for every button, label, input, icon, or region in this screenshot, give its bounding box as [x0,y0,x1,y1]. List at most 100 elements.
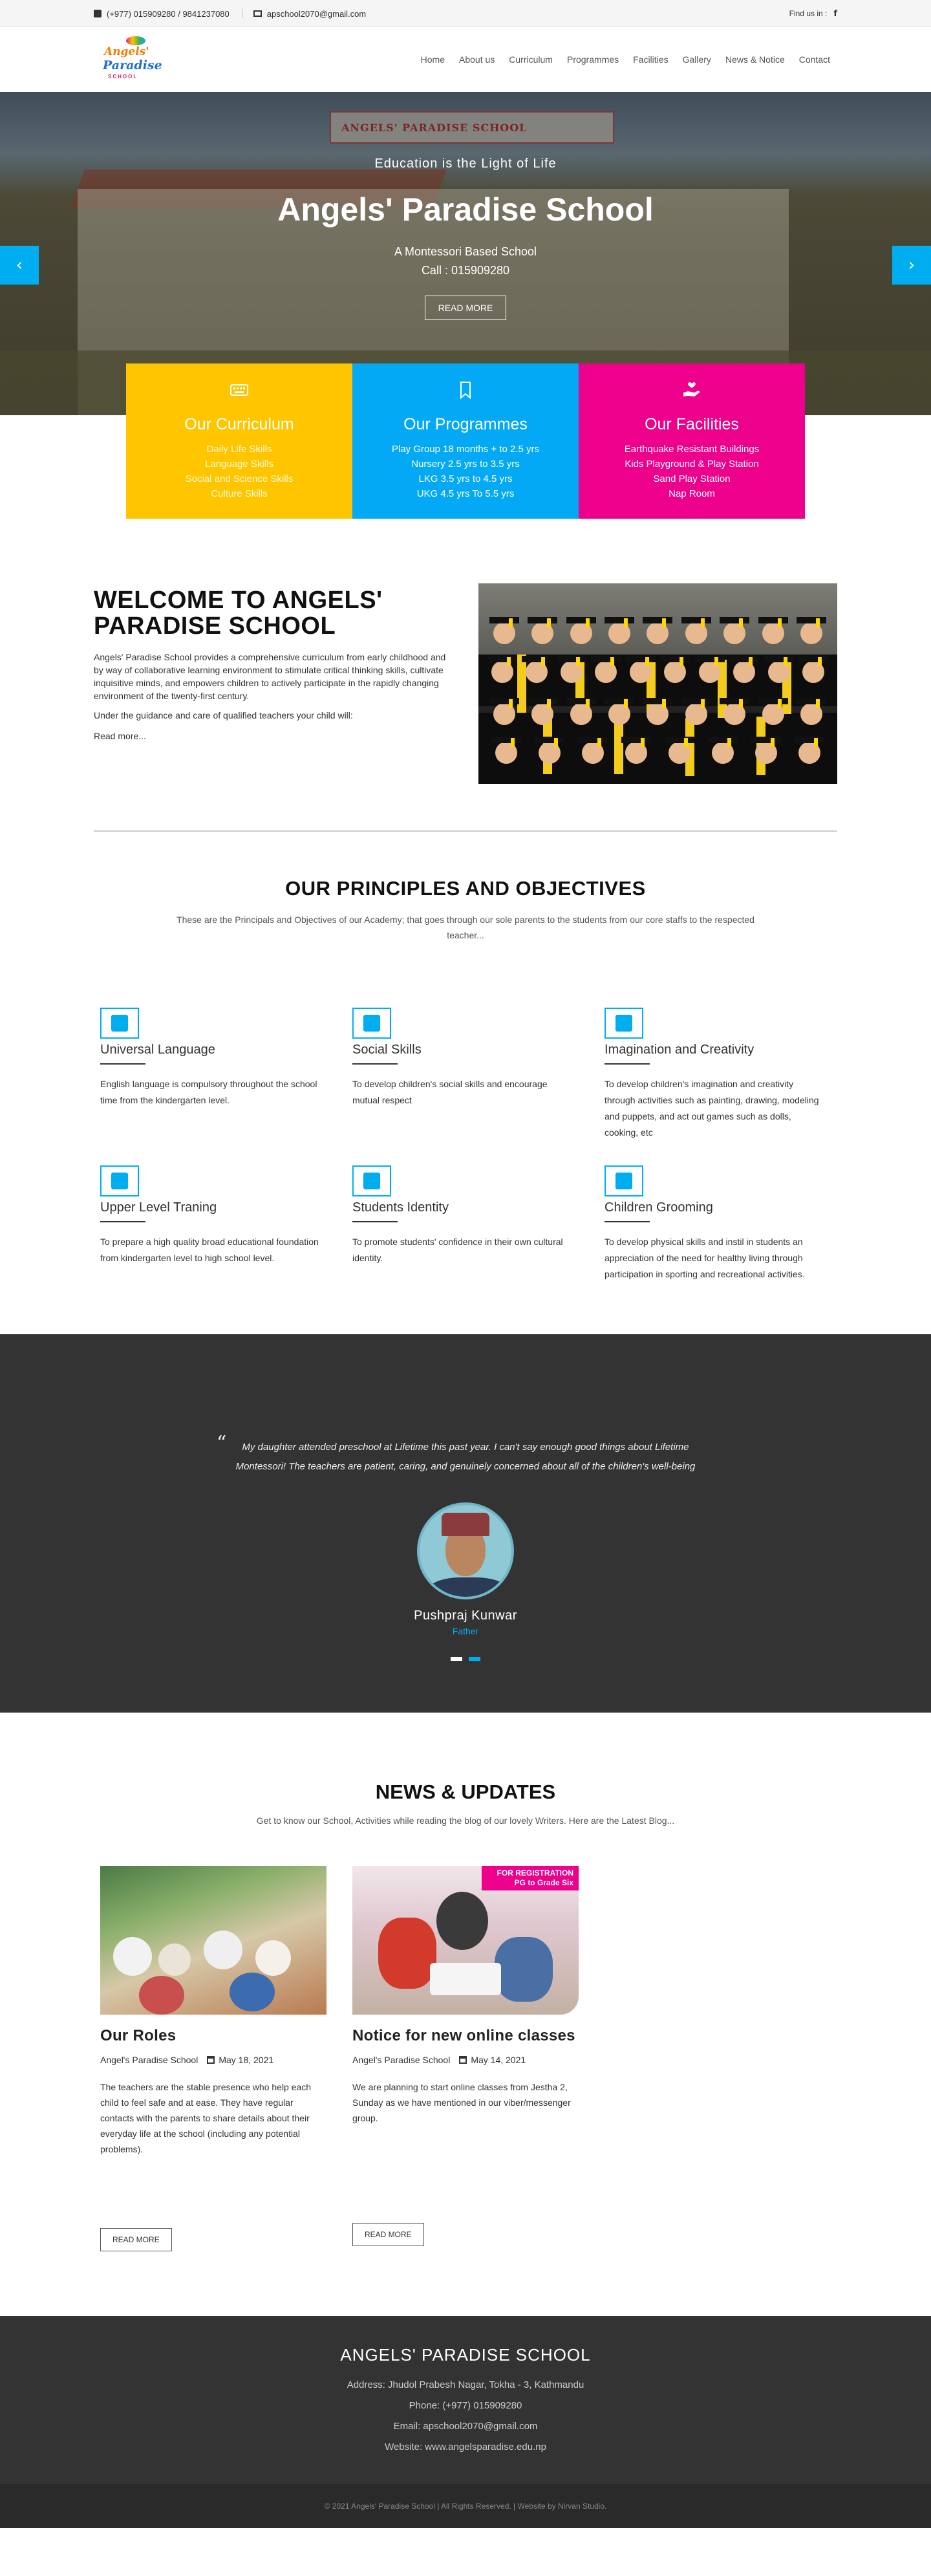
news-read-more-button[interactable]: READ MORE [352,2223,424,2246]
news-card-title[interactable]: Notice for new online classes [352,2028,579,2044]
feature-title: Our Programmes [403,415,528,433]
testimonial-role: Father [452,1626,479,1636]
footer-email[interactable]: Email: apschool2070@gmail.com [0,2421,931,2432]
news-image-kids-playground[interactable] [100,1866,326,2015]
principle-text: English language is compulsory throughou… [100,1079,317,1105]
feature-list-item: Kids Playground & Play Station [625,459,759,470]
principle-text: To develop children's imagination and cr… [605,1079,819,1138]
nav-gallery[interactable]: Gallery [676,54,718,65]
nav-facilities[interactable]: Facilities [626,54,675,65]
logo-star-decoration [126,36,145,45]
nav-programmes[interactable]: Programmes [560,54,626,65]
news-card-meta: Angel's Paradise School May 14, 2021 [352,2055,579,2065]
news-card-text: The teachers are the stable presence who… [100,2082,312,2154]
principle-underline [605,1221,650,1222]
welcome-text: WELCOME TO ANGELS' PARADISE SCHOOL Angel… [94,583,456,784]
slider-prev-arrow-icon[interactable]: ‹ [0,246,39,285]
testimonial-quote: “ My daughter attended preschool at Life… [217,1434,708,1477]
welcome-paragraph: Under the guidance and care of qualified… [94,710,353,720]
id-card-icon [352,1165,391,1196]
news-read-more-button[interactable]: READ MORE [100,2228,172,2251]
news-card-meta: Angel's Paradise School May 18, 2021 [100,2055,326,2065]
feature-list-item: Nap Room [669,488,715,499]
slider-next-arrow-icon[interactable]: › [892,246,931,285]
news-card-date: May 18, 2021 [219,2055,274,2065]
site-header: Angels' Paradise SCHOOL Home About us Cu… [0,27,931,92]
feature-list: Daily Life Skills Language Skills Social… [126,442,352,501]
principle-item: Students Identity To promote students' c… [352,1165,605,1283]
principles-grid: Universal Language English language is c… [94,1008,837,1283]
footer-address: Address: Jhudol Prabesh Nagar, Tokha - 3… [347,2379,584,2390]
facebook-icon[interactable]: f [833,9,837,19]
graduation-photo [478,583,837,784]
topbar-phone[interactable]: (+977) 015909280 / 9841237080 [94,9,230,19]
footer-phone[interactable]: Phone: (+977) 015909280 [0,2400,931,2411]
avatar [417,1502,514,1599]
principle-title: Students Identity [352,1200,449,1215]
feature-list-item: LKG 3.5 yrs to 4.5 yrs [418,473,513,484]
nav-contact[interactable]: Contact [792,54,837,65]
site-footer: ANGELS' PARADISE SCHOOL Address: Jhudol … [0,2316,931,2484]
nav-curriculum[interactable]: Curriculum [502,54,560,65]
feature-list-item: Nursery 2.5 yrs to 3.5 yrs [411,459,520,470]
top-bar: (+977) 015909280 / 9841237080 apschool20… [0,0,931,27]
welcome-title: WELCOME TO ANGELS' PARADISE SCHOOL [94,587,383,640]
feature-list-item: Culture Skills [211,488,268,499]
feature-list-item: Earthquake Resistant Buildings [624,444,760,455]
feature-curriculum[interactable]: Our Curriculum Daily Life Skills Languag… [126,363,352,519]
language-icon [100,1008,139,1039]
news-title: NEWS & UPDATES [375,1780,556,1803]
feature-boxes: Our Curriculum Daily Life Skills Languag… [0,363,931,519]
nav-home[interactable]: Home [414,54,452,65]
news-card-title[interactable]: Our Roles [100,2028,326,2044]
principles-section: OUR PRINCIPLES AND OBJECTIVES These are … [0,832,931,1283]
hero-call: Call : 015909280 [421,264,510,277]
news-card: Our Roles Angel's Paradise School May 18… [100,1866,326,2251]
principle-item: Children Grooming To develop physical sk… [605,1165,844,1283]
school-logo[interactable]: Angels' Paradise SCHOOL [100,34,171,85]
nav-about-us[interactable]: About us [452,54,502,65]
graduate-icon [100,1165,139,1196]
envelope-icon [253,10,262,17]
principle-item: Social Skills To develop children's soci… [352,1008,605,1141]
principle-text: To develop physical skills and instil in… [605,1237,805,1279]
registration-banner: FOR REGISTRATION PG to Grade Six [482,1866,579,1890]
nav-news-notice[interactable]: News & Notice [718,54,792,65]
hero-tagline: Education is the Light of Life [374,157,557,171]
topbar-email-text: apschool2070@gmail.com [266,8,367,19]
feature-title: Our Curriculum [184,415,294,433]
principle-underline [100,1221,145,1222]
testimonial-pager [0,1657,931,1661]
footer-website[interactable]: Website: www.angelsparadise.edu.np [0,2441,931,2452]
news-section: NEWS & UPDATES Get to know our School, A… [0,1713,931,2251]
feature-programmes[interactable]: Our Programmes Play Group 18 months + to… [352,363,579,519]
feature-list: Play Group 18 months + to 2.5 yrs Nurser… [352,442,579,501]
feature-list-item: Social and Science Skills [185,473,294,484]
principle-text: To promote students' confidence in their… [352,1237,563,1263]
principle-title: Imagination and Creativity [605,1043,754,1057]
principle-underline [605,1063,650,1065]
welcome-read-more-link[interactable]: Read more... [94,730,456,742]
hero-read-more-button[interactable]: READ MORE [424,296,507,320]
testimonial-section: “ My daughter attended preschool at Life… [0,1334,931,1713]
logo-text-school: SCHOOL [108,74,138,80]
pager-dot-1[interactable] [451,1657,462,1661]
principle-item: Universal Language English language is c… [100,1008,352,1141]
feature-list-item: Daily Life Skills [206,444,272,455]
feature-list-item: UKG 4.5 yrs To 5.5 yrs [416,488,515,499]
pager-dot-2[interactable] [469,1657,480,1661]
calendar-icon [207,2056,215,2064]
child-icon [605,1165,643,1196]
feature-facilities[interactable]: Our Facilities Earthquake Resistant Buil… [579,363,805,519]
hero-title: Angels' Paradise School [277,191,654,228]
testimonial-quote-text: My daughter attended preschool at Lifeti… [235,1442,696,1472]
principle-underline [352,1063,398,1065]
news-card-author: Angel's Paradise School [352,2055,451,2065]
topbar-email[interactable]: apschool2070@gmail.com [253,9,366,19]
calendar-icon [459,2056,467,2064]
news-image-online-classes[interactable]: FOR REGISTRATION PG to Grade Six [352,1866,579,2015]
news-card: FOR REGISTRATION PG to Grade Six Notice … [352,1866,579,2251]
main-nav: Home About us Curriculum Programmes Faci… [414,54,837,65]
hero-subtitle: A Montessori Based School [394,245,537,258]
copyright-text: © 2021 Angels' Paradise School | All Rig… [324,2502,607,2511]
